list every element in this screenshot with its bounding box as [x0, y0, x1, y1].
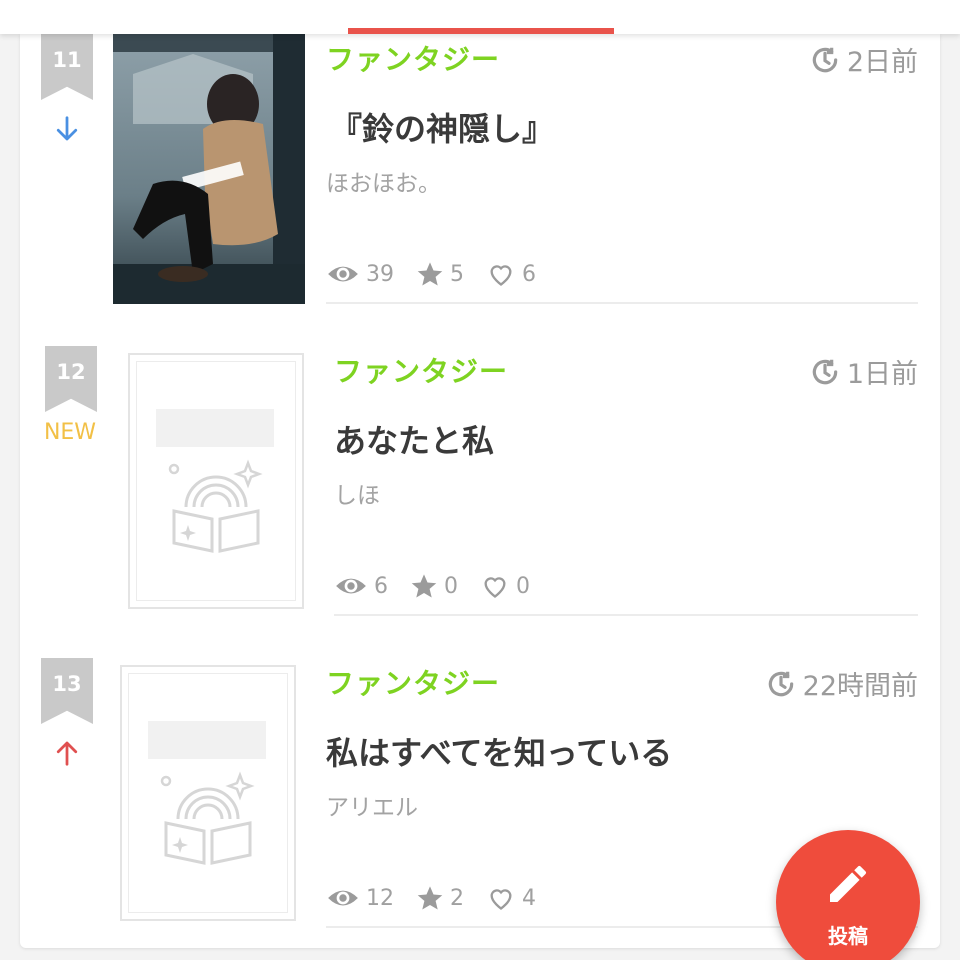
view-count: 39: [366, 261, 394, 287]
star-icon: [411, 574, 437, 598]
rank-badge: 13: [41, 658, 93, 724]
updated-time: 1日前: [809, 352, 918, 391]
star-count: 2: [450, 885, 464, 911]
ranking-list: 11 ファンタジー 2日前 『鈴の神隠し』 ほおほお。 39 5 6 12 NE…: [20, 34, 940, 948]
list-item[interactable]: 11 ファンタジー 2日前 『鈴の神隠し』 ほおほお。 39 5 6: [20, 34, 940, 344]
genre-label[interactable]: ファンタジー: [326, 662, 500, 702]
like-count: 0: [516, 573, 530, 599]
history-icon: [768, 671, 793, 696]
heart-icon: [484, 577, 506, 598]
post-button-label: 投稿: [828, 924, 868, 948]
updated-time-text: 22時間前: [802, 671, 918, 702]
story-title[interactable]: 『鈴の神隠し』: [330, 104, 554, 150]
history-icon: [812, 359, 838, 384]
story-title[interactable]: 私はすべてを知っている: [326, 728, 672, 774]
item-divider: [334, 614, 918, 616]
view-count: 6: [374, 573, 388, 599]
star-icon: [417, 262, 443, 286]
rank-badge: 12: [45, 346, 97, 412]
heart-icon: [490, 265, 512, 286]
author-name[interactable]: しほ: [334, 476, 380, 510]
genre-label[interactable]: ファンタジー: [326, 38, 500, 78]
arrow-up-icon: [27, 738, 107, 774]
star-count: 0: [444, 573, 458, 599]
item-divider: [326, 302, 918, 304]
eye-icon: [328, 890, 358, 906]
rank-badge: 11: [41, 34, 93, 100]
genre-label[interactable]: ファンタジー: [334, 350, 508, 390]
like-count: 6: [522, 261, 536, 287]
pencil-icon: [830, 865, 866, 902]
eye-icon: [328, 266, 358, 282]
view-count: 12: [366, 885, 394, 911]
like-count: 4: [522, 885, 536, 911]
book-icon: [168, 459, 263, 553]
updated-time: 22時間前: [765, 664, 918, 703]
heart-icon: [490, 889, 512, 910]
stats-row: 39 5 6: [326, 260, 558, 288]
star-count: 5: [450, 261, 464, 287]
history-icon: [812, 47, 838, 72]
arrow-down-icon: [27, 114, 107, 150]
author-name[interactable]: ほおほお。: [326, 164, 441, 198]
placeholder-book-cover[interactable]: [120, 665, 296, 921]
updated-time: 2日前: [809, 40, 918, 79]
new-badge: NEW: [43, 420, 97, 445]
star-icon: [417, 886, 443, 910]
story-title[interactable]: あなたと私: [334, 416, 494, 462]
updated-time-text: 1日前: [846, 359, 918, 390]
stats-row: 12 2 4: [326, 884, 558, 912]
top-tab-bar: [0, 0, 960, 34]
stats-row: 6 0 0: [334, 572, 552, 600]
updated-time-text: 2日前: [846, 47, 918, 78]
eye-icon: [336, 578, 366, 594]
list-item[interactable]: 12 NEW ファンタジー 1日前 あなたと私 しほ 6 0 0: [20, 346, 940, 656]
active-tab-indicator: [348, 28, 614, 34]
author-name[interactable]: アリエル: [326, 788, 418, 822]
placeholder-book-cover[interactable]: [128, 353, 304, 609]
cover-image[interactable]: [113, 34, 305, 304]
book-icon: [160, 771, 255, 865]
